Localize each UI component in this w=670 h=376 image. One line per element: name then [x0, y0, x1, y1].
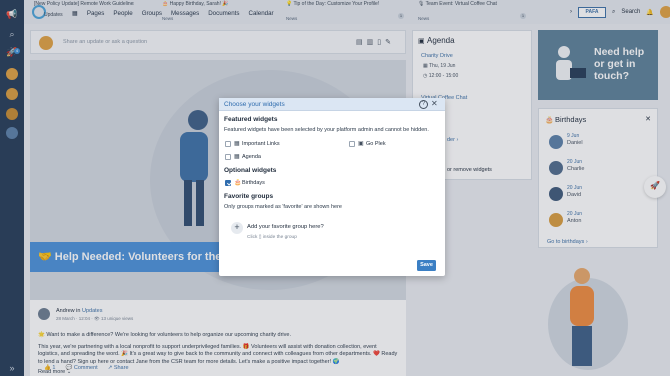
- add-favorite-hint: Click ▯ inside the group: [247, 235, 297, 240]
- go-plek-checkbox[interactable]: [349, 141, 355, 147]
- featured-heading: Featured widgets: [224, 116, 278, 123]
- agenda-checkbox[interactable]: [225, 154, 231, 160]
- save-button[interactable]: Save: [417, 260, 436, 271]
- close-icon[interactable]: ✕: [431, 99, 438, 108]
- favorite-groups-description: Only groups marked as 'favorite' are sho…: [224, 204, 342, 210]
- agenda-label: Agenda: [242, 154, 261, 160]
- important-links-label: Important Links: [242, 141, 280, 147]
- favorite-groups-heading: Favorite groups: [224, 193, 274, 200]
- plus-icon[interactable]: +: [231, 222, 243, 234]
- dialog-title: Choose your widgets: [224, 101, 285, 108]
- add-favorite-group[interactable]: + Add your favorite group here? Click ▯ …: [227, 220, 331, 244]
- plek-icon: ▣: [358, 141, 364, 147]
- links-icon: ▦: [234, 141, 240, 147]
- bookmark-icon: ▯: [258, 235, 262, 240]
- important-links-checkbox[interactable]: [225, 141, 231, 147]
- add-favorite-label: Add your favorite group here?: [247, 224, 324, 230]
- birthdays-label: Birthdays: [242, 180, 265, 186]
- go-plek-label: Go Plek: [366, 141, 386, 147]
- featured-description: Featured widgets have been selected by y…: [224, 127, 429, 133]
- help-icon[interactable]: ?: [419, 100, 428, 109]
- birthdays-checkbox[interactable]: [225, 180, 231, 186]
- cake-icon: 🎂: [234, 180, 242, 186]
- calendar-icon: ▦: [234, 154, 240, 160]
- dialog-header: Choose your widgets ? ✕: [219, 98, 445, 111]
- optional-heading: Optional widgets: [224, 167, 277, 174]
- choose-widgets-dialog: Choose your widgets ? ✕ Featured widgets…: [219, 98, 445, 276]
